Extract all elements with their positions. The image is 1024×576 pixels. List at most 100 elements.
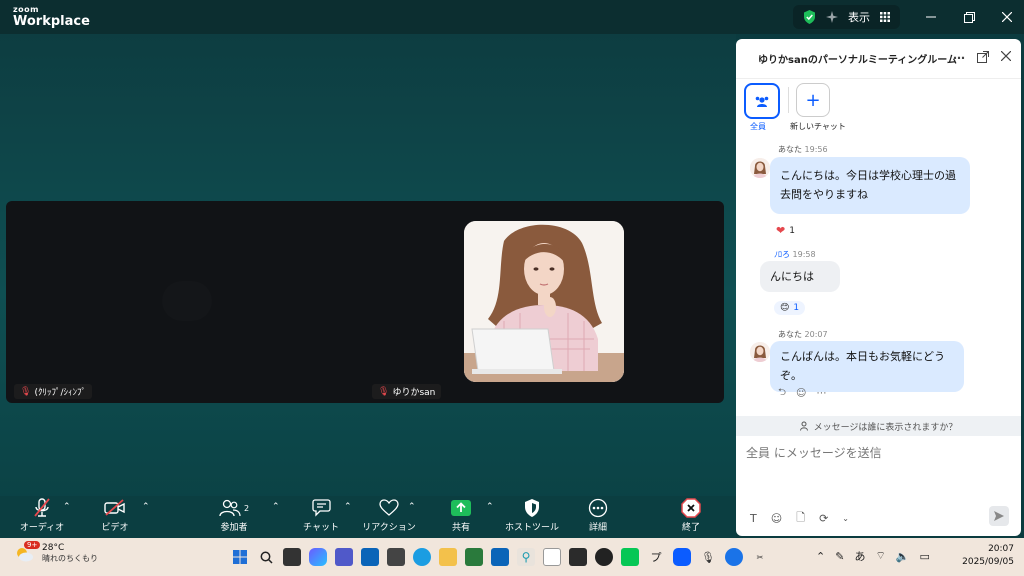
- minimize-button[interactable]: [914, 0, 948, 34]
- visibility-info[interactable]: メッセージは誰に表示されますか？: [736, 416, 1021, 436]
- minimize-icon: [926, 16, 936, 18]
- outlook-icon[interactable]: [361, 548, 379, 566]
- send-icon: [994, 511, 1004, 521]
- add-reaction-icon[interactable]: ☺: [796, 388, 806, 399]
- task-view-icon[interactable]: [283, 548, 301, 566]
- restore-button[interactable]: [952, 0, 986, 34]
- screenshot-icon[interactable]: ⟳: [819, 512, 828, 525]
- message-list[interactable]: あなた 19:56 こんにちは。今日は学校心理士の過 去問をやりますね ❤ 1 …: [736, 139, 1021, 415]
- message-input[interactable]: 全員 にメッセージを送信: [746, 444, 882, 461]
- audio-options-chevron-icon[interactable]: ⌃: [63, 502, 71, 512]
- end-meeting-button[interactable]: 終了: [659, 496, 723, 533]
- close-icon[interactable]: [1001, 51, 1011, 61]
- message-time: 19:58: [792, 250, 816, 259]
- windows-logo-icon: [233, 550, 247, 564]
- wifi-icon[interactable]: ⌔: [875, 549, 885, 563]
- shield-lock-icon: [525, 499, 539, 517]
- store-icon[interactable]: [465, 548, 483, 566]
- send-button[interactable]: [989, 506, 1009, 526]
- more-icon: [588, 498, 608, 518]
- video-options-chevron-icon[interactable]: ⌃: [142, 502, 150, 512]
- participant-video-yurika[interactable]: [464, 221, 624, 382]
- message-time: 19:56: [804, 145, 828, 154]
- ime-indicator[interactable]: あ: [854, 548, 865, 564]
- share-screen-icon: [451, 500, 471, 516]
- share-options-chevron-icon[interactable]: ⌃: [486, 502, 494, 512]
- meeting-stage: 🎙 (ｸﾘｯﾌﾟ/ｼｨﾝﾌﾟ 🎙 ゆりかsan: [0, 34, 736, 504]
- message-sender: ﾉﾛろ: [774, 250, 790, 259]
- view-menu-button[interactable]: 表示: [793, 5, 900, 29]
- chrome-icon[interactable]: [725, 548, 743, 566]
- document-icon[interactable]: [543, 548, 561, 566]
- participants-options-chevron-icon[interactable]: ⌃: [272, 502, 280, 512]
- details-button[interactable]: 詳細: [566, 496, 630, 533]
- chevron-up-icon[interactable]: ⌃: [816, 550, 825, 563]
- teams-icon[interactable]: [335, 548, 353, 566]
- share-button[interactable]: 共有: [429, 496, 493, 533]
- participants-label: 参加者: [220, 523, 248, 533]
- person-question-icon: [799, 421, 808, 431]
- reactions-options-chevron-icon[interactable]: ⌃: [408, 502, 416, 512]
- participant-name-tag: 🎙 (ｸﾘｯﾌﾟ/ｼｨﾝﾌﾟ: [14, 384, 92, 399]
- reactions-label: リアクション: [362, 523, 416, 533]
- weather-widget[interactable]: 9+ 28°C 晴れのちくもり: [14, 540, 98, 564]
- tab-everyone[interactable]: [744, 83, 780, 119]
- mic-muted-icon: 🎙: [20, 386, 32, 397]
- reaction-count: 1: [793, 303, 800, 313]
- reply-icon[interactable]: ⮌: [778, 385, 786, 402]
- tab-everyone-label: 全員: [750, 122, 766, 131]
- chat-label: チャット: [303, 523, 339, 533]
- line-icon[interactable]: [621, 548, 639, 566]
- participants-button[interactable]: 2 参加者: [202, 496, 266, 533]
- chatgpt-icon[interactable]: [595, 548, 613, 566]
- message-bubble[interactable]: んにちは: [760, 261, 840, 293]
- title-bar: zoom Workplace 表示: [0, 0, 1024, 34]
- file-icon[interactable]: 🗋: [796, 509, 805, 528]
- avatar[interactable]: [750, 342, 770, 362]
- microphone-icon[interactable]: 🎙: [699, 548, 717, 566]
- edge-icon[interactable]: [413, 548, 431, 566]
- file-explorer-icon[interactable]: [439, 548, 457, 566]
- reaction-badge[interactable]: 😊 1: [774, 301, 806, 315]
- emoji-icon[interactable]: ☺: [771, 512, 782, 525]
- pen-icon[interactable]: ✎: [835, 550, 844, 563]
- reaction-badge[interactable]: ❤ 1: [776, 224, 795, 237]
- grid-icon: [880, 12, 890, 22]
- temperature: 28°C: [42, 543, 65, 553]
- avatar[interactable]: [750, 158, 770, 178]
- search-button[interactable]: [257, 548, 275, 566]
- video-button[interactable]: ビデオ: [83, 496, 147, 533]
- sparkle-icon[interactable]: [826, 11, 838, 23]
- speaker-icon[interactable]: 🔈: [896, 550, 910, 563]
- video-gallery: 🎙 (ｸﾘｯﾌﾟ/ｼｨﾝﾌﾟ 🎙 ゆりかsan: [6, 201, 724, 403]
- more-options-icon[interactable]: ⋯: [953, 51, 965, 65]
- video-off-icon: [104, 499, 125, 516]
- accessibility-icon[interactable]: ⚲: [517, 548, 535, 566]
- outlook-new-icon[interactable]: [491, 548, 509, 566]
- text-format-icon[interactable]: T: [750, 512, 757, 525]
- snipping-icon[interactable]: ✂: [751, 548, 769, 566]
- app-icon[interactable]: [387, 548, 405, 566]
- message-bubble[interactable]: こんにちは。今日は学校心理士の過 去問をやりますね: [770, 157, 970, 214]
- zoom-taskbar-icon[interactable]: [673, 548, 691, 566]
- battery-icon[interactable]: ▭: [919, 550, 929, 563]
- close-window-button[interactable]: [990, 0, 1024, 34]
- chevron-down-icon[interactable]: ⌄: [842, 514, 849, 523]
- end-label: 終了: [681, 523, 700, 533]
- more-actions-icon[interactable]: ⋯: [816, 388, 826, 399]
- view-label: 表示: [848, 11, 870, 24]
- chat-options-chevron-icon[interactable]: ⌃: [344, 502, 352, 512]
- host-tools-button[interactable]: ホストツール: [500, 496, 564, 533]
- message-bubble[interactable]: こんばんは。本日もお気軽にどうぞ。: [770, 341, 964, 392]
- ime-tool-icon[interactable]: プ: [647, 548, 665, 566]
- clock[interactable]: 20:07 2025/09/05: [962, 543, 1014, 568]
- message-sender: あなた: [778, 330, 802, 339]
- game-icon[interactable]: [569, 548, 587, 566]
- start-button[interactable]: [231, 548, 249, 566]
- pop-out-icon[interactable]: [977, 51, 989, 63]
- end-call-icon: [681, 498, 701, 518]
- participant-illustration: [464, 221, 624, 382]
- copilot-icon[interactable]: [309, 548, 327, 566]
- new-chat-button[interactable]: +: [796, 83, 830, 117]
- taskbar-apps: ⚲ プ 🎙 ✂: [231, 548, 769, 566]
